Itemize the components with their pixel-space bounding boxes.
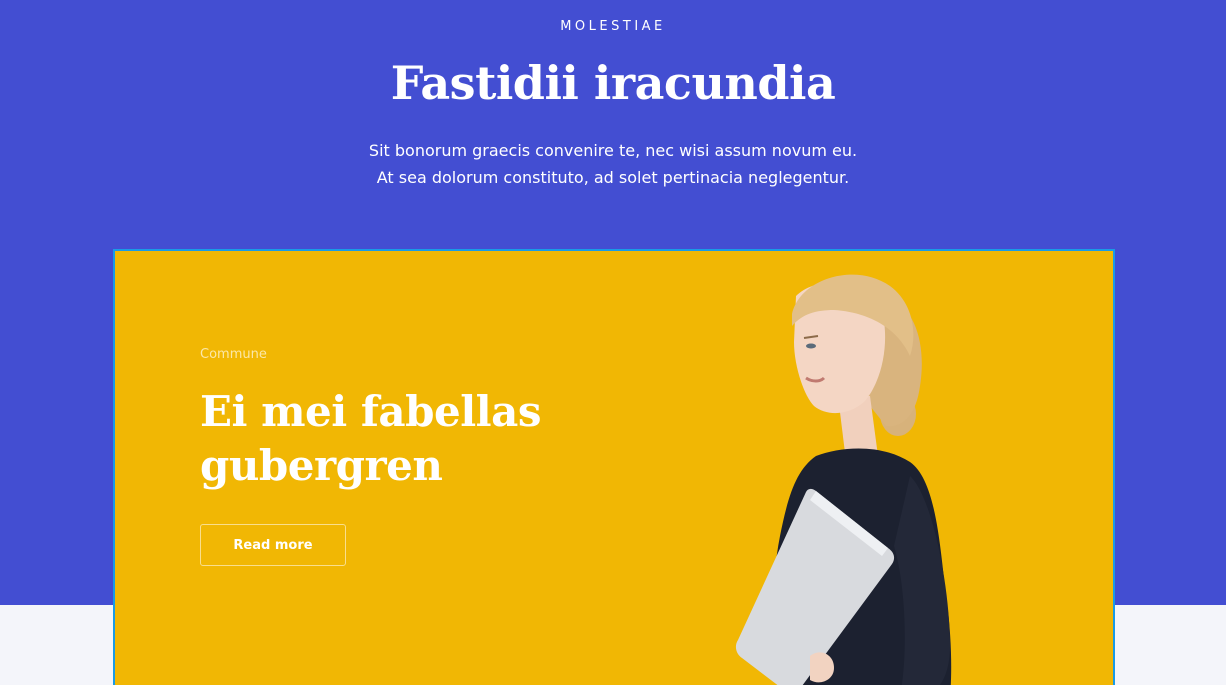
card-title: Ei mei fabellas gubergren [200, 387, 541, 490]
hero-subtitle-line-1: Sit bonorum graecis convenire te, nec wi… [368, 141, 858, 160]
hero-subtitle: Sit bonorum graecis convenire te, nec wi… [0, 137, 1226, 191]
hero-eyebrow: MOLESTIAE [560, 19, 666, 34]
hero-title: Fastidii iracundia [390, 56, 836, 110]
card-kicker: Commune [200, 347, 267, 362]
hero-subtitle-line-2: At sea dolorum constituto, ad solet pert… [376, 168, 850, 187]
feature-card: Commune Ei mei fabellas gubergren Read m… [113, 249, 1115, 685]
woman-with-laptop-photo [735, 274, 952, 685]
read-more-button[interactable]: Read more [200, 524, 346, 566]
